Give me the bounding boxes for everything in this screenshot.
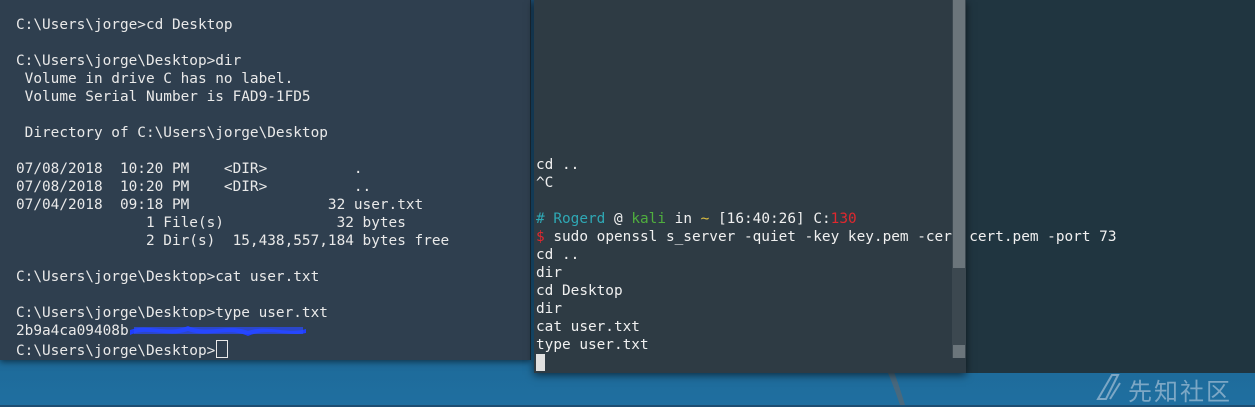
watermark-logo-icon <box>1096 374 1121 400</box>
terminal-output: cd .. ^C # Rogerd @ kali in ~ [16:40:26]… <box>536 156 1176 372</box>
terminal-line: C:\Users\jorge>cd Desktop <box>16 17 233 33</box>
terminal-line: C:\Users\jorge\Desktop>type user.txt <box>16 305 328 321</box>
watermark-text: 先知社区 <box>1128 378 1232 406</box>
prompt-dollar: $ <box>536 229 545 245</box>
terminal-line: type user.txt <box>536 337 649 353</box>
prompt-text: C:\Users\jorge\Desktop> <box>16 343 216 359</box>
prompt-exit-code: 130 <box>830 211 857 227</box>
text-cursor <box>216 340 229 358</box>
terminal-line: C:\Users\jorge\Desktop>dir <box>16 53 242 69</box>
terminal-output: C:\Users\jorge>cd Desktop C:\Users\jorge… <box>16 16 526 359</box>
terminal-line: dir <box>536 301 562 317</box>
prompt-time: [16:40:26] <box>718 211 805 227</box>
block-cursor <box>536 354 545 371</box>
prompt-at: @ <box>614 211 623 227</box>
terminal-line: Volume in drive C has no label. <box>16 71 294 87</box>
terminal-line: cd .. <box>536 157 580 173</box>
redaction-scribble <box>130 326 306 336</box>
prompt-host: kali <box>631 211 666 227</box>
prompt-user: Rogerd <box>553 211 606 227</box>
terminal-line: cat user.txt <box>536 319 640 335</box>
terminal-line: 1 File(s) 32 bytes <box>16 215 406 231</box>
prompt-line[interactable]: C:\Users\jorge\Desktop> <box>16 340 526 359</box>
terminal-line: ^C <box>536 175 554 191</box>
zsh-prompt: # Rogerd @ kali in ~ [16:40:26] C:130 <box>536 210 1176 228</box>
kali-terminal[interactable]: cd .. ^C # Rogerd @ kali in ~ [16:40:26]… <box>534 0 1117 373</box>
terminal-line: 07/08/2018 10:20 PM <DIR> .. <box>16 179 372 195</box>
prompt-hash: # <box>536 211 545 227</box>
command-line: $ sudo openssl s_server -quiet -key key.… <box>536 228 1176 246</box>
terminal-scrollbar[interactable] <box>952 0 966 358</box>
terminal-line: Volume Serial Number is FAD9-1FD5 <box>16 89 311 105</box>
prompt-dir: ~ <box>700 211 710 227</box>
terminal-line: cd Desktop <box>536 283 623 299</box>
scrollbar-end[interactable] <box>953 345 965 358</box>
windows-cmd-terminal[interactable]: C:\Users\jorge>cd Desktop C:\Users\jorge… <box>0 0 531 360</box>
terminal-line: dir <box>536 265 562 281</box>
terminal-line: cd .. <box>536 247 580 263</box>
terminal-line: Directory of C:\Users\jorge\Desktop <box>16 125 328 141</box>
prompt-code-label: C: <box>813 211 831 227</box>
input-line[interactable] <box>536 354 1176 372</box>
command-text: sudo openssl s_server -quiet -key key.pe… <box>553 229 1117 245</box>
terminal-line: 2 Dir(s) 15,438,557,184 bytes free <box>16 233 450 249</box>
terminal-line: 07/04/2018 09:18 PM 32 user.txt <box>16 197 424 213</box>
scrollbar-thumb[interactable] <box>953 0 965 268</box>
prompt-in: in <box>674 211 692 227</box>
terminal-line: 07/08/2018 10:20 PM <DIR> . <box>16 161 363 177</box>
terminal-line: C:\Users\jorge\Desktop>cat user.txt <box>16 269 320 285</box>
